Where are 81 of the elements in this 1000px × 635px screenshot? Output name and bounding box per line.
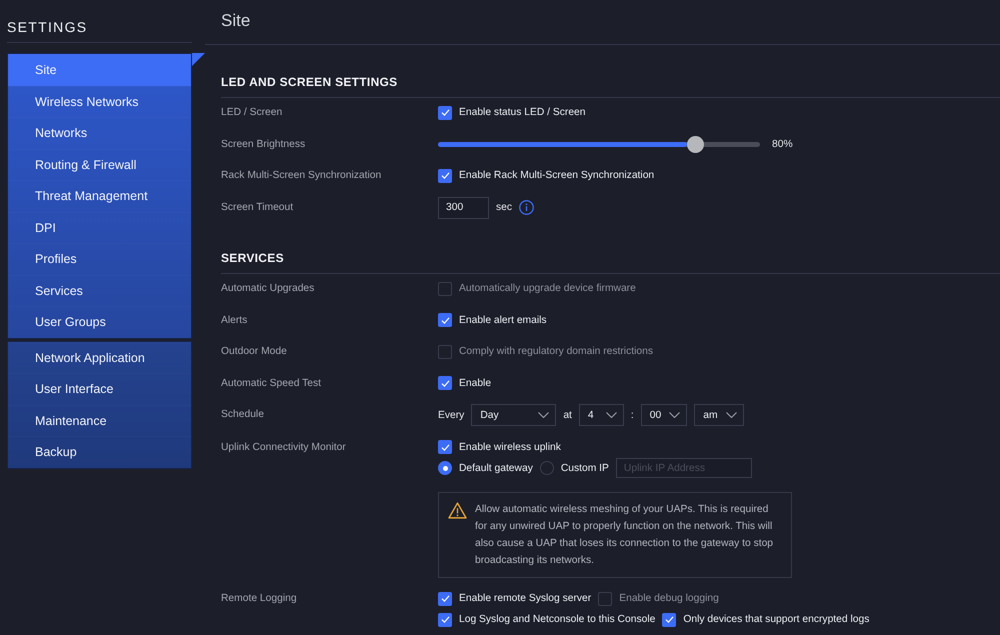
radio-button[interactable] <box>438 461 452 475</box>
notice-text: Allow automatic wireless meshing of your UAPs. This is required for any unwired UAP to properly function on the network. This will also cause a UAP that loses its connection to the gateway to stop broadcasting its networks. <box>475 502 774 568</box>
sidebar-item[interactable]: User Interface <box>8 373 191 404</box>
section-heading: LED AND SCREEN SETTINGS <box>221 75 398 89</box>
sidebar-item[interactable]: Routing & Firewall <box>8 148 191 180</box>
checkbox-label[interactable]: Enable debug logging <box>619 593 719 604</box>
checkbox[interactable] <box>438 106 452 120</box>
checkmark-icon <box>440 595 450 602</box>
checkbox[interactable] <box>598 592 612 606</box>
checkbox[interactable] <box>438 313 452 327</box>
field-label: Uplink Connectivity Monitor <box>221 442 346 452</box>
field-label: Remote Logging <box>221 593 297 604</box>
checkbox-label[interactable]: Enable <box>459 378 492 388</box>
chevron-down-icon <box>538 412 550 418</box>
slider-thumb[interactable] <box>687 136 704 152</box>
sidebar-item[interactable]: Profiles <box>8 243 191 274</box>
chevron-down-icon <box>669 412 680 418</box>
sidebar-item[interactable]: Threat Management <box>8 180 191 212</box>
sidebar-item[interactable]: Networks <box>8 117 191 148</box>
sidebar-title: SETTINGS <box>7 18 88 37</box>
field-label: LED / Screen <box>221 107 282 118</box>
radio-label[interactable]: Default gateway <box>459 462 533 474</box>
sidebar-item[interactable]: DPI <box>8 212 191 243</box>
checkbox[interactable] <box>438 344 452 358</box>
field-label: Automatic Upgrades <box>221 283 314 294</box>
dropdown[interactable]: am <box>694 404 744 426</box>
dropdown[interactable]: Day <box>471 404 556 426</box>
field-label: Screen Brightness <box>221 138 306 150</box>
sidebar-item[interactable]: User Groups <box>8 306 191 338</box>
checkbox[interactable] <box>438 376 452 390</box>
field-label: Alerts <box>221 314 248 326</box>
checkbox-label[interactable]: Enable remote Syslog server <box>459 593 592 604</box>
checkmark-icon <box>440 380 450 386</box>
inline-text: at <box>563 410 572 420</box>
chevron-down-icon <box>726 412 737 418</box>
checkmark-icon <box>664 616 674 623</box>
section-heading: SERVICES <box>221 251 284 265</box>
checkbox-label[interactable]: Automatically upgrade device firmware <box>459 283 636 294</box>
field-label: Automatic Speed Test <box>221 378 321 388</box>
checkmark-icon <box>440 444 450 450</box>
sidebar-item[interactable]: Backup <box>8 436 191 468</box>
checkbox-label[interactable]: Log Syslog and Netconsole to this Console <box>459 614 656 625</box>
checkbox[interactable] <box>662 612 676 626</box>
info-icon <box>519 200 534 215</box>
radio-label[interactable]: Custom IP <box>560 462 609 474</box>
checkbox[interactable] <box>438 282 452 296</box>
inline-text: Every <box>438 410 464 420</box>
checkbox[interactable] <box>438 440 452 454</box>
corner-triangle-icon <box>192 53 205 66</box>
checkbox-label[interactable]: Comply with regulatory domain restrictions <box>459 346 653 357</box>
radio-button[interactable] <box>540 461 554 475</box>
checkbox-label[interactable]: Enable wireless uplink <box>459 442 561 452</box>
sidebar-item[interactable]: Services <box>8 274 191 306</box>
checkbox[interactable] <box>438 592 452 606</box>
checkbox-label[interactable]: Enable Rack Multi-Screen Synchronization <box>459 170 654 181</box>
checkbox-label[interactable]: Enable alert emails <box>459 314 547 326</box>
field-label: Outdoor Mode <box>221 346 287 357</box>
chevron-down-icon <box>606 412 617 418</box>
sidebar-item[interactable]: Network Application <box>8 342 191 373</box>
input-field[interactable]: 300 <box>438 196 489 218</box>
checkbox-label[interactable]: Only devices that support encrypted logs <box>683 614 870 625</box>
unit-label: sec <box>496 202 512 213</box>
slider-value: 80% <box>772 138 793 150</box>
sidebar-item[interactable]: Maintenance <box>8 404 191 436</box>
dropdown[interactable]: 00 <box>640 404 688 426</box>
sidebar-item[interactable]: Site <box>8 54 191 86</box>
page-title: Site <box>221 11 250 31</box>
field-label: Schedule <box>221 409 264 420</box>
field-label: Rack Multi-Screen Synchronization <box>221 170 382 181</box>
checkbox[interactable] <box>438 612 452 626</box>
checkmark-icon <box>440 616 450 623</box>
checkmark-icon <box>440 316 450 324</box>
checkbox[interactable] <box>438 168 452 182</box>
inline-text: : <box>630 410 634 420</box>
field-label: Screen Timeout <box>221 202 294 212</box>
checkbox-label[interactable]: Enable status LED / Screen <box>459 107 586 118</box>
sidebar-item[interactable]: Wireless Networks <box>8 86 191 117</box>
warning-icon <box>448 502 467 518</box>
dropdown[interactable]: 4 <box>578 404 624 426</box>
checkmark-icon <box>440 109 450 116</box>
checkmark-icon <box>440 172 450 179</box>
